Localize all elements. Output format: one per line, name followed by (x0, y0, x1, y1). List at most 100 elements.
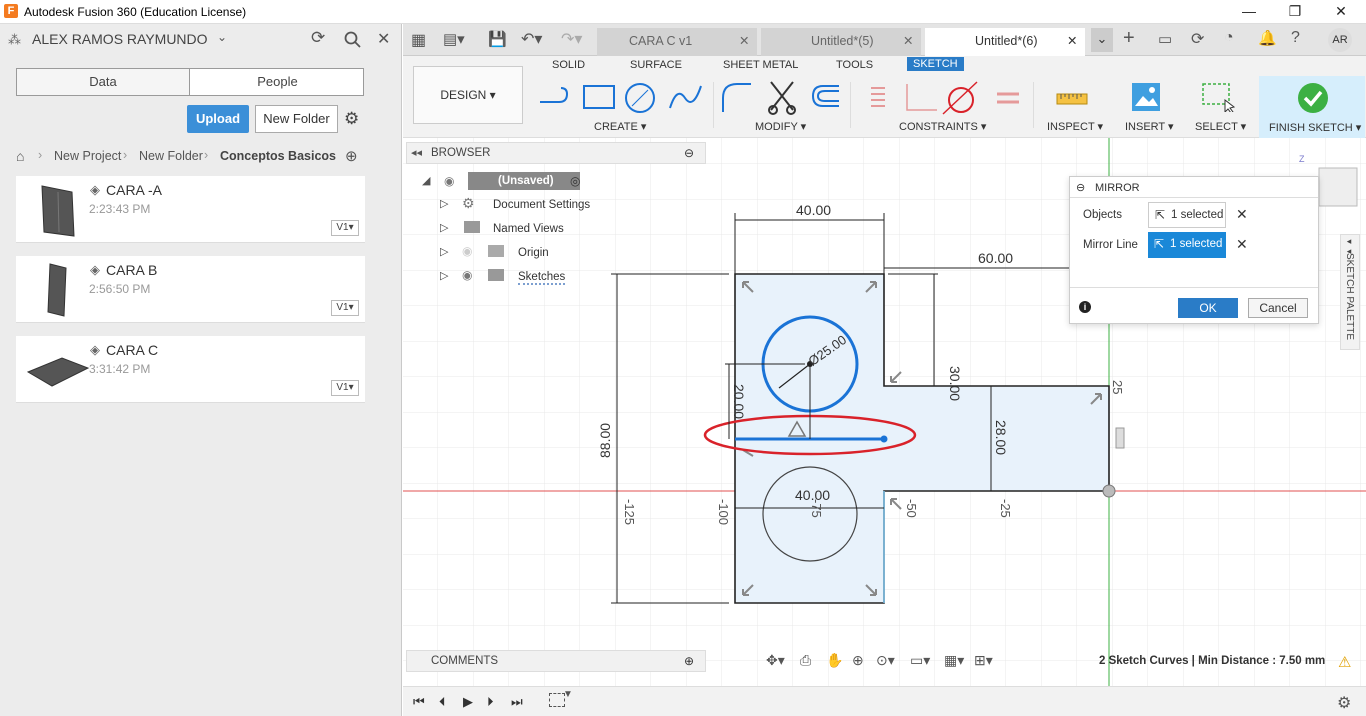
browser-root[interactable]: (Unsaved) (468, 172, 580, 190)
minimize-icon[interactable]: — (1226, 0, 1272, 24)
step-forward-icon[interactable]: ⏵ (487, 694, 494, 710)
tab-data[interactable]: Data (17, 69, 190, 95)
tab-overflow-icon[interactable]: ⌄ (1091, 28, 1113, 52)
timeline-settings-icon[interactable]: ⚙ (1337, 693, 1351, 713)
info-icon[interactable]: i (1079, 301, 1091, 313)
job-status-icon[interactable]: ◔ (1224, 29, 1234, 47)
mirror-line-select-button[interactable]: ⇱ 1 selected (1148, 232, 1226, 258)
version-dropdown[interactable]: V1▾ (331, 380, 359, 396)
timeline-marker-icon[interactable]: ▼ (563, 689, 573, 713)
close-panel-icon[interactable]: ✕ (377, 29, 390, 49)
dim-width-top[interactable]: 40.00 (796, 202, 831, 218)
select-menu[interactable]: SELECT ▾ (1195, 120, 1246, 133)
coincident-icon[interactable] (871, 87, 885, 107)
circle-icon[interactable] (625, 83, 655, 113)
dim-height-88[interactable]: 88.00 (597, 423, 613, 458)
visibility-icon[interactable]: ◉ (444, 174, 454, 188)
app-grid-icon[interactable]: ▦ (411, 30, 426, 50)
file-card[interactable]: ◈ CARA -A 2:23:43 PM V1▾ (16, 176, 365, 243)
chevron-down-icon[interactable]: ⌄ (217, 30, 227, 44)
close-tab-icon[interactable]: ✕ (903, 28, 913, 54)
avatar[interactable]: AR (1328, 28, 1352, 52)
file-name[interactable]: CARA C (106, 342, 158, 358)
dim-offset[interactable]: 60.00 (978, 250, 1013, 266)
create-menu[interactable]: CREATE ▾ (594, 120, 646, 133)
add-comment-icon[interactable]: ⊕ (684, 654, 694, 668)
dim-height-20[interactable]: 20.00 (731, 384, 747, 419)
constraints-menu[interactable]: CONSTRAINTS ▾ (899, 120, 986, 133)
tab-solid[interactable]: SOLID (552, 59, 585, 71)
sketch-handle[interactable] (1115, 427, 1125, 449)
crumb-new-project[interactable]: New Project (54, 149, 121, 163)
crumb-new-folder[interactable]: New Folder (139, 149, 203, 163)
equal-icon[interactable] (997, 92, 1019, 104)
sketch-palette-tab[interactable]: ◂◂ SKETCH PALETTE (1340, 234, 1360, 350)
viewcube[interactable] (1318, 167, 1358, 207)
rectangle-icon[interactable] (583, 85, 615, 109)
finish-sketch-button[interactable]: FINISH SKETCH ▾ (1259, 76, 1365, 138)
pan-icon[interactable]: ✋ (826, 652, 843, 669)
expand-icon[interactable]: ◢ (422, 174, 430, 187)
activate-icon[interactable]: ◎ (570, 174, 580, 188)
go-to-start-icon[interactable]: ⏮ (413, 694, 425, 710)
new-tab-icon[interactable]: + (1123, 27, 1135, 50)
tab-sketch[interactable]: SKETCH (907, 57, 964, 71)
insert-menu[interactable]: INSERT ▾ (1125, 120, 1174, 133)
undo-icon[interactable]: ↶▾ (521, 29, 542, 49)
insert-image-icon[interactable] (1131, 82, 1161, 112)
file-card[interactable]: ◈ CARA B 2:56:50 PM V1▾ (16, 256, 365, 323)
cancel-button[interactable]: Cancel (1248, 298, 1308, 318)
browser-named-views[interactable]: Named Views (493, 223, 564, 235)
horizontal-icon[interactable] (906, 84, 937, 111)
clear-mirror-line-icon[interactable]: ✕ (1236, 236, 1248, 253)
gear-icon[interactable]: ⚙ (344, 109, 359, 129)
upload-button[interactable]: Upload (187, 105, 249, 133)
orbit-icon[interactable]: ✥▾ (766, 652, 785, 669)
ok-button[interactable]: OK (1178, 298, 1238, 318)
viewports-icon[interactable]: ⊞▾ (974, 652, 993, 669)
team-icon[interactable]: ⁂ (8, 32, 21, 48)
chat-icon[interactable]: ▭ (1158, 30, 1172, 48)
version-dropdown[interactable]: V1▾ (331, 300, 359, 316)
doc-tab-untitled-6[interactable]: Untitled*(6) ✕ (925, 28, 1085, 56)
step-back-icon[interactable]: ⏴ (439, 694, 446, 710)
close-tab-icon[interactable]: ✕ (739, 28, 749, 54)
browser-sketches[interactable]: Sketches (518, 271, 566, 285)
version-dropdown[interactable]: V1▾ (331, 220, 359, 236)
expand-icon[interactable]: ▷ (440, 197, 448, 210)
home-icon[interactable]: ⌂ (16, 148, 24, 164)
look-at-icon[interactable]: ⎙ (800, 652, 811, 669)
refresh-icon[interactable]: ⟳ (311, 28, 325, 48)
doc-tab-cara-c[interactable]: CARA C v1 ✕ (597, 28, 757, 56)
extensions-icon[interactable]: ⟳ (1191, 29, 1204, 49)
tab-sheet-metal[interactable]: SHEET METAL (723, 59, 798, 71)
save-icon[interactable]: 💾 (488, 30, 507, 48)
display-settings-icon[interactable]: ▭▾ (910, 652, 930, 669)
inspect-menu[interactable]: INSPECT ▾ (1047, 120, 1103, 133)
help-icon[interactable]: ? (1291, 29, 1300, 47)
dim-height-28[interactable]: 28.00 (993, 420, 1009, 455)
dim-height-30[interactable]: 30.00 (947, 366, 963, 401)
fit-icon[interactable]: ⊙▾ (876, 652, 895, 669)
file-card[interactable]: ◈ CARA C 3:31:42 PM V1▾ (16, 336, 365, 403)
fillet-icon[interactable] (722, 83, 751, 112)
redo-icon[interactable]: ↷▾ (561, 29, 582, 49)
globe-icon[interactable]: ⊕ (345, 147, 358, 165)
zoom-icon[interactable]: ⊕ (852, 652, 864, 669)
expand-icon[interactable]: ▷ (440, 269, 448, 282)
restore-icon[interactable]: ❐ (1272, 0, 1318, 24)
warning-icon[interactable]: ⚠ (1338, 653, 1351, 671)
notifications-icon[interactable]: 🔔 (1258, 29, 1277, 47)
expand-icon[interactable]: ▷ (440, 221, 448, 234)
origin-point[interactable] (1102, 484, 1116, 498)
measure-icon[interactable] (1055, 84, 1089, 112)
file-name[interactable]: CARA B (106, 262, 157, 278)
expand-icon[interactable]: ▷ (440, 245, 448, 258)
mirror-line-endpoint[interactable] (880, 435, 888, 443)
spline-icon[interactable] (669, 85, 702, 109)
browser-minimize-icon[interactable]: ⊖ (684, 146, 694, 160)
collapse-dialog-icon[interactable]: ⊖ (1076, 181, 1085, 194)
new-folder-button[interactable]: New Folder (255, 105, 338, 133)
trim-icon[interactable] (768, 81, 796, 115)
offset-icon[interactable] (811, 85, 839, 107)
